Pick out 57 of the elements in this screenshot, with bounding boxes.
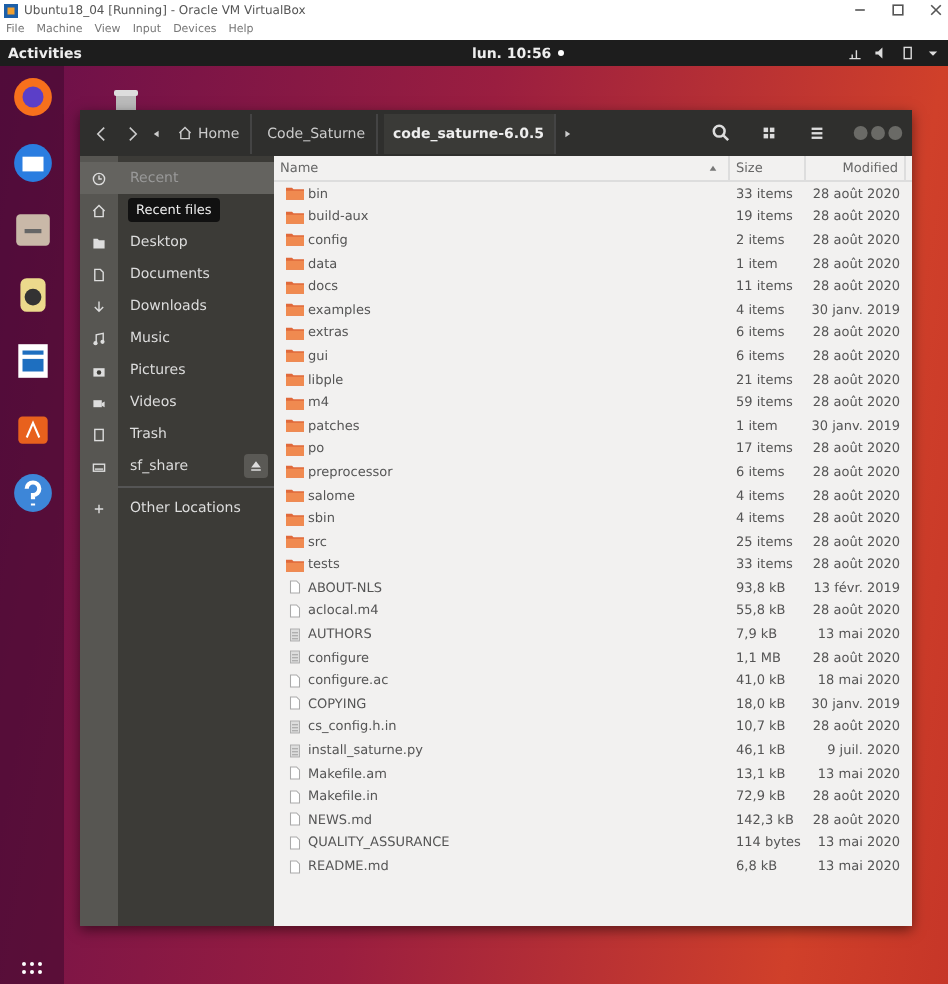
back-icon (96, 125, 106, 141)
folder-icon (286, 232, 304, 247)
folder-icon (286, 464, 304, 479)
caret-icon[interactable] (926, 46, 940, 60)
folder-icon (92, 235, 106, 249)
folder-icon (286, 534, 304, 549)
folder-icon (286, 418, 304, 433)
volume-icon[interactable] (874, 46, 888, 60)
folder-icon (286, 395, 304, 410)
text-file-icon (286, 627, 304, 642)
folder-icon (286, 348, 304, 363)
maximize-icon[interactable] (890, 2, 906, 18)
app-grid-icon[interactable] (20, 960, 44, 976)
home-icon (92, 203, 106, 217)
folder-icon (286, 511, 304, 526)
folder-icon (286, 279, 304, 294)
camera-icon (92, 363, 106, 377)
notification-dot-icon (557, 50, 564, 56)
help-icon[interactable] (11, 472, 53, 514)
scroll-left-icon[interactable] (152, 125, 162, 141)
scroll-right-icon[interactable] (561, 125, 572, 141)
plus-icon (92, 501, 106, 515)
video-icon (92, 395, 106, 409)
folder-icon (286, 256, 304, 271)
trash-icon (92, 427, 106, 441)
drive-icon (92, 459, 106, 473)
search-icon[interactable] (712, 124, 730, 142)
battery-icon[interactable] (900, 46, 914, 60)
network-icon[interactable] (848, 46, 862, 60)
text-file-icon (286, 650, 304, 665)
app-icon (4, 3, 18, 17)
folder-icon (286, 302, 304, 317)
recent-icon (92, 171, 106, 185)
folder-icon (286, 372, 304, 387)
trash-icon[interactable] (110, 88, 142, 112)
mail-icon[interactable] (11, 142, 53, 184)
folder-icon (286, 186, 304, 201)
eject-button[interactable] (244, 454, 268, 478)
window-controls-icon[interactable] (852, 124, 904, 142)
menu-icon[interactable] (808, 124, 826, 142)
down-icon (92, 299, 106, 313)
folder-icon (286, 557, 304, 572)
text-file-icon (286, 743, 304, 758)
file-cabinet-icon[interactable] (11, 208, 53, 250)
forward-icon (128, 125, 138, 141)
folder-icon (286, 325, 304, 340)
browser-icon[interactable] (11, 76, 53, 118)
grid-view-icon[interactable] (760, 124, 778, 142)
eject-icon (248, 458, 264, 474)
folder-icon (286, 441, 304, 456)
home-icon (178, 126, 192, 140)
doc-icon (92, 267, 106, 281)
text-file-icon (286, 719, 304, 734)
folder-icon (286, 488, 304, 503)
music-icon (92, 331, 106, 345)
folder-icon (286, 209, 304, 224)
close-icon[interactable] (928, 2, 944, 18)
